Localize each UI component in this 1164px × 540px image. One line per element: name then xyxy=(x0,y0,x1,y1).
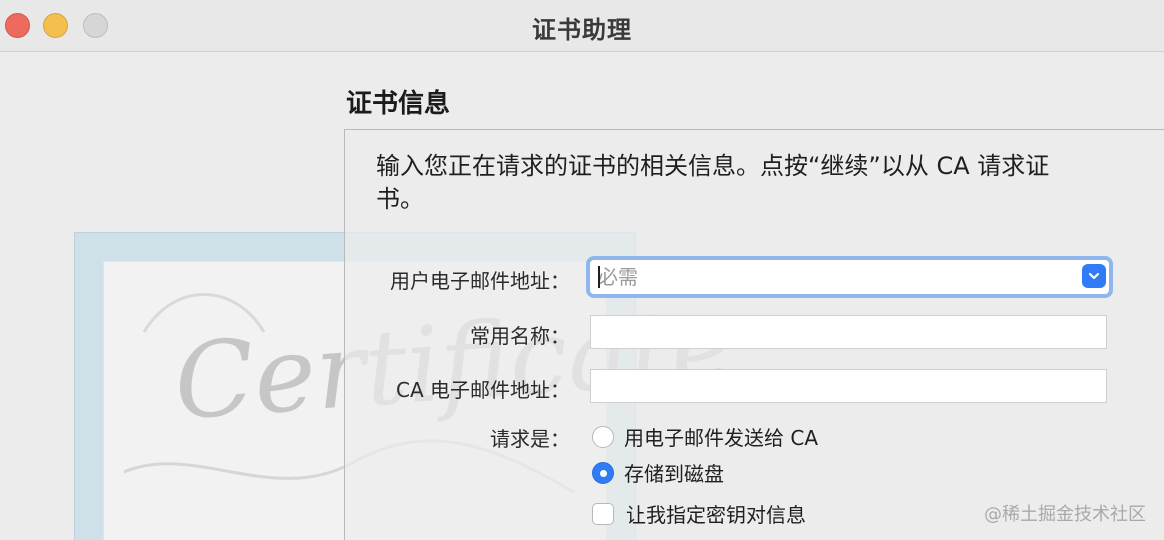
certificate-assistant-window: 证书助理 Certificate 证书信息 输入您正在请求的证书的相关信息。点按… xyxy=(0,0,1164,540)
email-dropdown-button[interactable] xyxy=(1082,264,1106,288)
radio-label: 存储到磁盘 xyxy=(624,462,724,486)
email-field[interactable] xyxy=(590,260,1078,294)
email-field-container xyxy=(586,256,1113,298)
common-name-field[interactable] xyxy=(590,315,1107,349)
window-title: 证书助理 xyxy=(532,16,632,44)
radio-email-to-ca[interactable]: 用电子邮件发送给 CA xyxy=(592,422,818,451)
watermark: @稀土掘金技术社区 xyxy=(984,504,1146,525)
request-label: 请求是： xyxy=(490,427,570,451)
ca-email-field[interactable] xyxy=(590,369,1107,403)
section-description: 输入您正在请求的证书的相关信息。点按“继续”以从 CA 请求证书。 xyxy=(376,152,1050,213)
radio-button[interactable] xyxy=(592,425,614,448)
custom-key-checkbox[interactable] xyxy=(592,502,614,525)
custom-key-checkbox-row[interactable]: 让我指定密钥对信息 xyxy=(592,499,806,528)
common-name-label: 常用名称： xyxy=(470,324,570,348)
section-title: 证书信息 xyxy=(346,89,451,119)
radio-button-selected[interactable] xyxy=(592,461,614,484)
text-caret xyxy=(598,266,600,288)
title-bar: 证书助理 xyxy=(0,0,1164,52)
ca-email-label: CA 电子邮件地址： xyxy=(395,378,570,402)
radio-save-to-disk[interactable]: 存储到磁盘 xyxy=(592,458,724,487)
custom-key-label: 让我指定密钥对信息 xyxy=(626,503,806,527)
radio-label: 用电子邮件发送给 CA xyxy=(624,426,819,450)
email-label: 用户电子邮件地址： xyxy=(390,269,570,293)
chevron-down-icon xyxy=(1088,272,1100,280)
